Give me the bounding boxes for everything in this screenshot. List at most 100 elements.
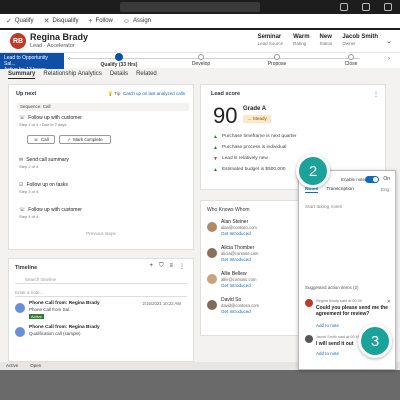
note-input[interactable]: Enter a note... (15, 288, 187, 297)
arrow-up-icon: ▲ (213, 133, 218, 140)
mark-complete-button[interactable]: ✓ Mark complete (59, 135, 111, 144)
arrow-right-icon: → (247, 116, 252, 121)
arrow-up-icon: ▲ (213, 166, 218, 173)
tab-transcription[interactable]: Transcription (326, 187, 354, 193)
phone-icon: ☏ (19, 115, 26, 121)
task-icon: ☑ (19, 182, 24, 188)
timeline-card: Timeline + ⛉ ≡ ⋮ Search timeline Enter a… (8, 258, 194, 362)
language-select[interactable]: Eng (381, 187, 389, 192)
lightbulb-icon[interactable] (340, 3, 348, 11)
desktop-background (0, 370, 400, 400)
process-active-stage[interactable]: Lead to Opportunity Sal... Active for 13… (0, 53, 64, 73)
person-item: Alan Steiner alan@contoso.com Get Introduc… (207, 219, 307, 241)
lead-score-factors: ▲ Purchase timeframe is next quarter ▲ Pur… (213, 131, 297, 175)
avatar (305, 335, 313, 343)
avatar (207, 300, 217, 310)
x-icon: ✕ (43, 18, 50, 25)
step-item[interactable]: ✉ Send call summary Step 2 of 4 (19, 157, 69, 169)
timeline-title: Timeline (15, 265, 38, 271)
factor-item: ▲ Purchase process is individual (213, 144, 287, 151)
callout-badge: 2 (296, 154, 330, 188)
lightbulb-icon: 💡 (107, 91, 114, 96)
qualify-button[interactable]: ✓ Qualify (6, 17, 34, 25)
chevron-down-icon[interactable]: ⌄ (386, 37, 392, 45)
notes-textarea[interactable]: Start taking notes (305, 205, 391, 265)
call-button[interactable]: ☏ Call (27, 135, 55, 144)
tab-relationship-analytics[interactable]: Relationship Analytics (43, 71, 101, 79)
timeline-tools: + ⛉ ≡ ⋮ (149, 263, 185, 270)
tab-details[interactable]: Details (110, 71, 128, 79)
list-icon[interactable]: ≡ (169, 263, 173, 270)
lead-score-value: 90 (213, 103, 238, 128)
factor-item: ▲ Purchase timeframe is next quarter (213, 133, 297, 140)
previous-steps-link[interactable]: Previous steps (9, 231, 193, 236)
global-search[interactable] (120, 2, 260, 12)
chevron-right-icon[interactable]: › (388, 56, 390, 62)
header-field-lead-source: Seminar Lead Source (257, 34, 284, 46)
tip-link[interactable]: Catch up on last analyzed calls (123, 91, 185, 96)
person-item: Allie Bellew allie@contoso.com Get Introdu… (207, 271, 307, 293)
stage-dot (348, 54, 354, 60)
avatar (207, 248, 217, 258)
factor-item: ▼ Lead is relatively new (213, 155, 268, 162)
person-icon: ☺ (122, 17, 131, 25)
record-tabs: Summary Relationship Analytics Details R… (8, 71, 157, 79)
header-field-status: New Status (319, 34, 333, 46)
tab-summary[interactable]: Summary (8, 71, 36, 79)
tab-related[interactable]: Related (136, 71, 157, 79)
stage-close[interactable]: Close (326, 54, 376, 67)
header-field-rating: Warm Rating (293, 34, 310, 46)
person-item: David So david@contoso.com Get Introduced (207, 297, 307, 319)
stage-dot (198, 54, 204, 60)
phone-icon: ☏ (33, 136, 39, 142)
trend-badge: → Steady (243, 115, 271, 123)
assign-button[interactable]: ☺ Assign (123, 18, 151, 25)
settings-icon[interactable] (362, 3, 370, 11)
business-process-bar: Lead to Opportunity Sal... Active for 13… (0, 52, 400, 73)
step-item[interactable]: ☑ Follow up on tasks Step 3 of 4 (19, 182, 68, 194)
header-field-owner[interactable]: Jacob Smith Owner (342, 34, 378, 46)
plus-icon[interactable]: + (149, 263, 153, 270)
avatar (15, 327, 25, 337)
avatar (207, 222, 217, 232)
get-introduced-link[interactable]: Get Introduced (221, 309, 251, 314)
callout-badge: 3 (358, 324, 392, 358)
avatar (305, 299, 313, 307)
record-header: RB Regina Brady Lead · Accelerator Semin… (0, 30, 400, 52)
dynamics-app: ✓ Qualify ✕ Disqualify + Follow ☺ Assign RB … (0, 0, 400, 400)
check-icon: ✓ (6, 18, 12, 25)
factor-item: ▲ Estimated budget is $500,000 (213, 166, 286, 173)
arrow-down-icon: ▼ (213, 155, 218, 162)
get-introduced-link[interactable]: Get Introduced (221, 231, 251, 236)
stage-develop[interactable]: Develop (176, 54, 226, 67)
help-icon[interactable] (384, 3, 392, 11)
more-icon[interactable]: ⋮ (179, 263, 185, 270)
close-icon[interactable]: ✕ (387, 299, 391, 305)
add-to-note-link[interactable]: Add to note (316, 323, 339, 328)
header-fields: Seminar Lead Source Warm Rating New Status … (258, 34, 378, 46)
arrow-up-icon: ▲ (213, 144, 218, 151)
stage-dot (115, 53, 123, 61)
chevron-left-icon[interactable]: ‹ (68, 56, 70, 62)
more-icon[interactable]: ⋮ (373, 91, 379, 98)
get-introduced-link[interactable]: Get Introduced (221, 283, 251, 288)
get-introduced-link[interactable]: Get Introduced (221, 257, 251, 262)
filter-icon[interactable]: ⛉ (159, 263, 164, 270)
notes-toggle[interactable] (365, 176, 379, 183)
mail-icon: ✉ (19, 157, 24, 163)
status-badge: Active (29, 314, 44, 319)
command-bar: ✓ Qualify ✕ Disqualify + Follow ☺ Assign (0, 14, 400, 28)
avatar: RB (10, 33, 26, 49)
check-icon: ✓ (67, 136, 72, 142)
step-item[interactable]: ☏ Follow up with customer Step 4 of 4 (19, 207, 82, 219)
follow-button[interactable]: + Follow (88, 18, 112, 25)
stage-qualify[interactable]: Qualify (33 Hrs) (94, 53, 144, 68)
stage-propose[interactable]: Propose (252, 54, 302, 67)
who-knows-whom-title: Who Knows Whom (207, 207, 250, 213)
step-item[interactable]: ☏ Follow up with customer Step 1 of 4 • Du… (19, 115, 82, 127)
timeline-search-input[interactable]: Search timeline (15, 275, 187, 284)
disqualify-button[interactable]: ✕ Disqualify (44, 17, 79, 25)
plus-icon: + (88, 17, 93, 25)
add-to-note-link[interactable]: Add to note (316, 351, 339, 356)
lead-score-title: Lead score (211, 91, 241, 97)
